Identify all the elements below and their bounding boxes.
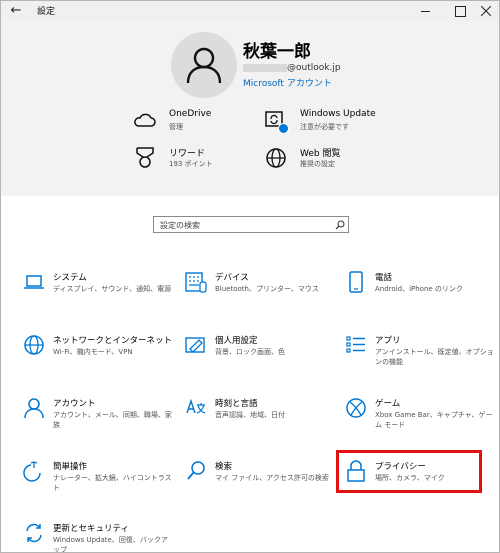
keyboard-icon	[185, 272, 207, 293]
cloud-icon	[134, 113, 156, 127]
category-devices[interactable]: デバイス Bluetooth、プリンター、マウス	[185, 271, 335, 311]
window-title: 設定	[37, 7, 56, 17]
privacy-highlight-box	[336, 450, 482, 493]
microsoft-account-link[interactable]: Microsoft アカウント	[243, 76, 332, 89]
apps-list-icon	[346, 336, 365, 353]
user-name: 秋葉一郎	[243, 42, 311, 62]
category-gaming[interactable]: ゲーム Xbox Game Bar、キャプチャ、ゲーム モード	[345, 397, 495, 437]
ease-of-access-icon	[23, 461, 41, 482]
laptop-icon	[24, 275, 44, 289]
settings-window: ← 設定 秋葉一郎 @outlook.jp Microsoft アカウント On…	[0, 0, 500, 553]
header-item-rewards[interactable]: リワード 193 ポイント	[133, 146, 243, 174]
category-phone[interactable]: 電話 Android、iPhone のリンク	[345, 271, 495, 311]
header-item-web-browsing[interactable]: Web 閲覧 推奨の設定	[264, 146, 394, 174]
category-update-security[interactable]: 更新とセキュリティ Windows Update、回復、バックアップ	[23, 522, 173, 552]
back-arrow-icon[interactable]: ←	[7, 2, 25, 20]
header-item-onedrive[interactable]: OneDrive 管理	[133, 109, 243, 137]
person-icon	[24, 398, 44, 419]
user-email: @outlook.jp	[243, 63, 341, 73]
update-security-icon	[26, 523, 42, 543]
phone-icon	[349, 271, 363, 293]
alert-dot-icon	[278, 123, 289, 134]
time-language-icon	[186, 398, 206, 414]
header-item-windows-update[interactable]: Windows Update 注意が必要です	[264, 109, 394, 137]
network-globe-icon	[24, 335, 44, 355]
category-time-language[interactable]: 時刻と言語 音声認識、地域、日付	[185, 397, 335, 437]
category-accounts[interactable]: アカウント アカウント、メール、同期、職場、家族	[23, 397, 173, 437]
avatar[interactable]	[171, 32, 237, 98]
close-icon	[481, 6, 491, 16]
title-bar: ← 設定	[1, 1, 499, 21]
maximize-button[interactable]	[446, 1, 474, 21]
category-search[interactable]: 検索 マイ ファイル、アクセス許可の検索	[185, 460, 335, 500]
account-header: 秋葉一郎 @outlook.jp Microsoft アカウント OneDriv…	[1, 21, 499, 196]
category-network[interactable]: ネットワークとインターネット Wi-Fi、機内モード、VPN	[23, 334, 173, 374]
medal-icon	[136, 147, 154, 168]
search-input[interactable]: 設定の検索	[153, 216, 349, 233]
xbox-icon	[346, 398, 366, 418]
category-apps[interactable]: アプリ アンインストール、既定値、オプションの機能	[345, 334, 495, 374]
close-button[interactable]	[472, 1, 499, 21]
email-redaction	[243, 63, 287, 72]
category-system[interactable]: システム ディスプレイ、サウンド、通知、電源	[23, 271, 173, 311]
person-icon	[186, 47, 222, 84]
search-placeholder: 設定の検索	[160, 221, 200, 230]
personalization-icon	[185, 337, 205, 353]
search-icon	[187, 461, 205, 480]
category-ease-of-access[interactable]: 簡単操作 ナレーター、拡大鏡、ハイコントラスト	[23, 460, 173, 500]
minimize-button[interactable]	[412, 1, 440, 21]
search-icon[interactable]	[335, 220, 345, 230]
category-personalization[interactable]: 個人用設定 背景、ロック画面、色	[185, 334, 335, 374]
globe-icon	[266, 148, 286, 168]
